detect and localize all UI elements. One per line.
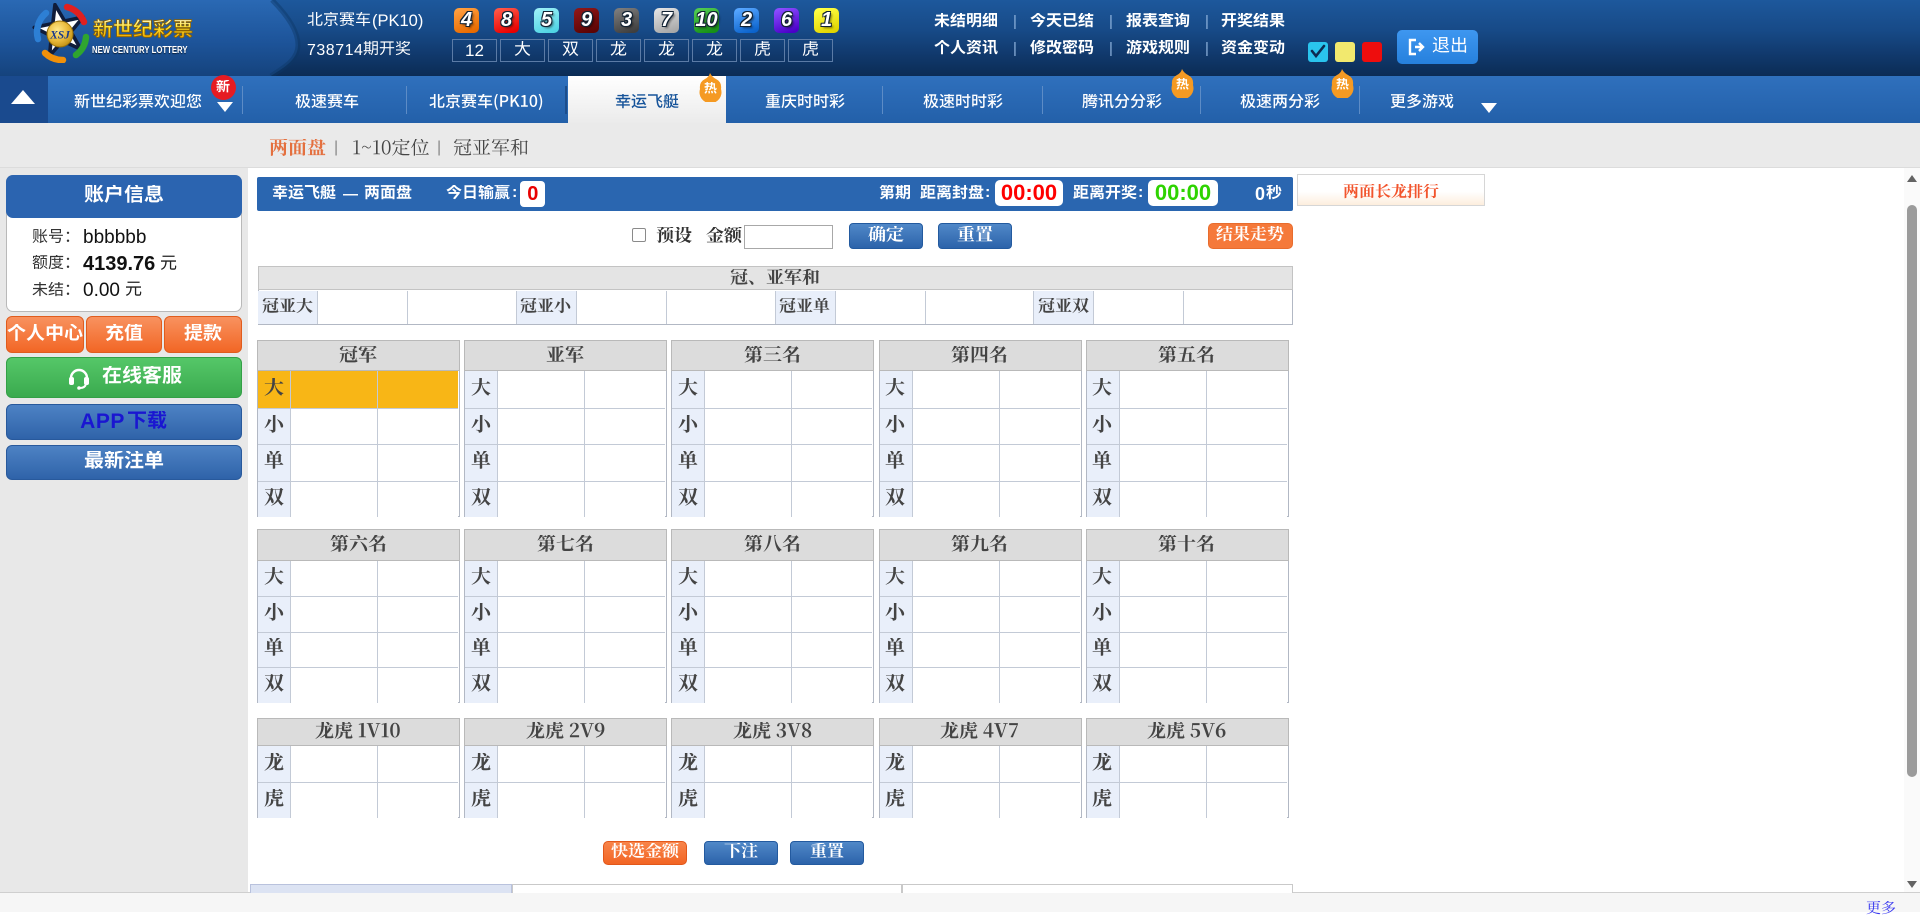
svg-text:XSJ: XSJ <box>49 30 71 42</box>
